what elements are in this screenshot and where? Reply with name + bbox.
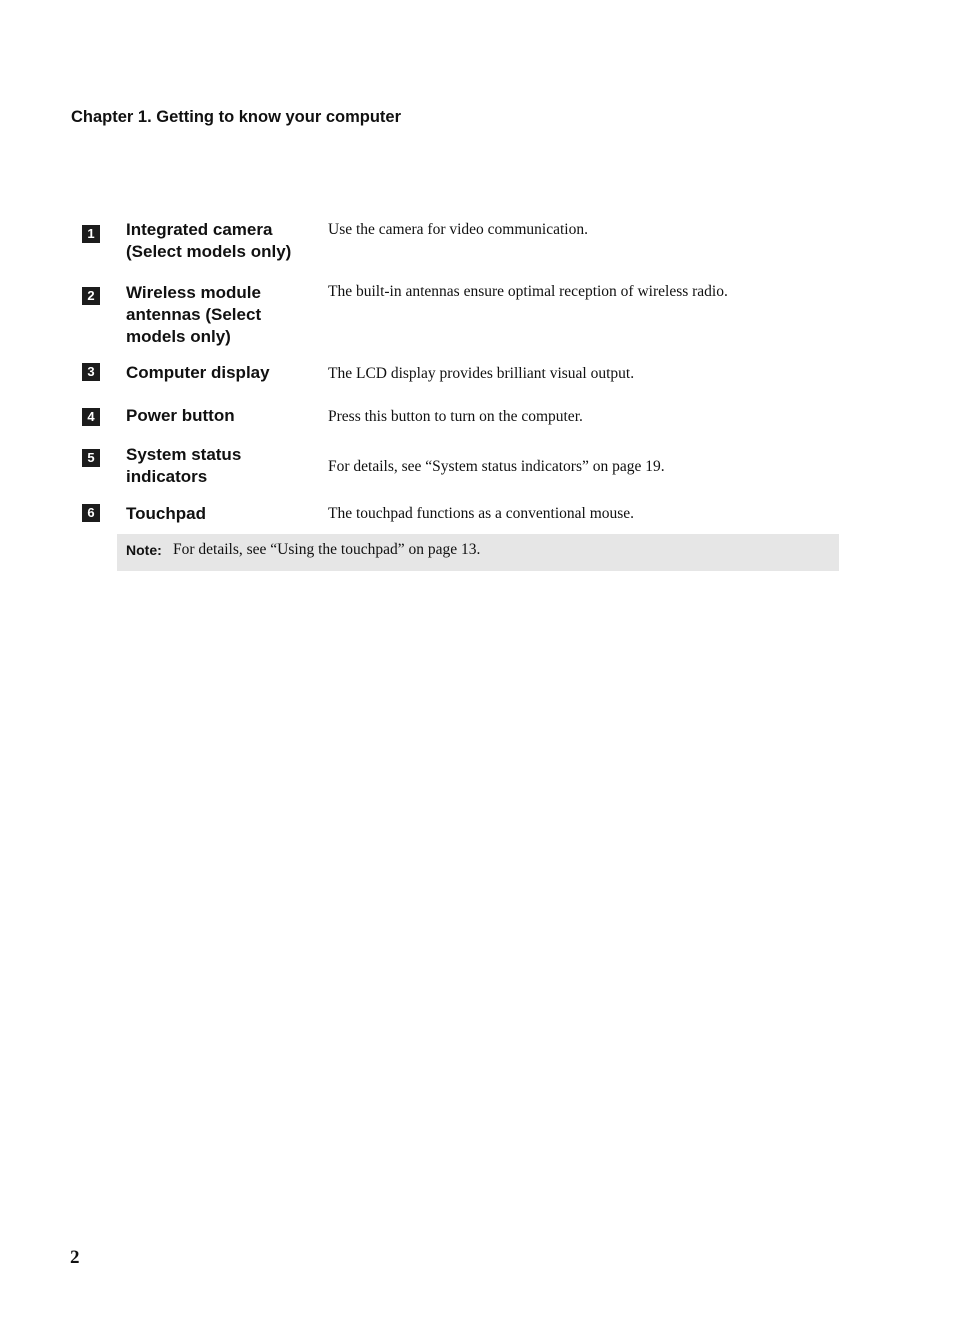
item-description: For details, see “System status indicato…	[328, 458, 665, 475]
item-description: The touchpad functions as a conventional…	[328, 505, 635, 522]
item-term: Computer display	[126, 363, 270, 382]
item-term: Power button	[126, 406, 235, 425]
item-term: Touchpad	[126, 504, 206, 523]
note-label: Note:	[126, 542, 162, 558]
item-term: Integrated camera (Select models only)	[126, 220, 292, 261]
item-number-badge: 6	[82, 504, 100, 522]
item-number-badge: 3	[82, 363, 100, 381]
item-term: Wireless module antennas (Select models …	[126, 283, 262, 346]
item-number-badge: 2	[82, 287, 100, 305]
note-box: Note: For details, see “Using the touchp…	[117, 534, 839, 571]
item-description: The LCD display provides brilliant visua…	[328, 365, 635, 382]
page-number: 2	[70, 1247, 80, 1268]
item-description: Press this button to turn on the compute…	[328, 408, 583, 425]
item-description: The built-in antennas ensure optimal rec…	[328, 283, 728, 300]
chapter-title: Chapter 1. Getting to know your computer	[71, 108, 402, 126]
item-number-badge: 5	[82, 449, 100, 467]
item-number-badge: 4	[82, 408, 100, 426]
item-number-badge: 1	[82, 225, 100, 243]
note-text: For details, see “Using the touchpad” on…	[173, 541, 481, 558]
item-description: Use the camera for video communication.	[328, 221, 588, 238]
item-term: System status indicators	[126, 445, 242, 486]
